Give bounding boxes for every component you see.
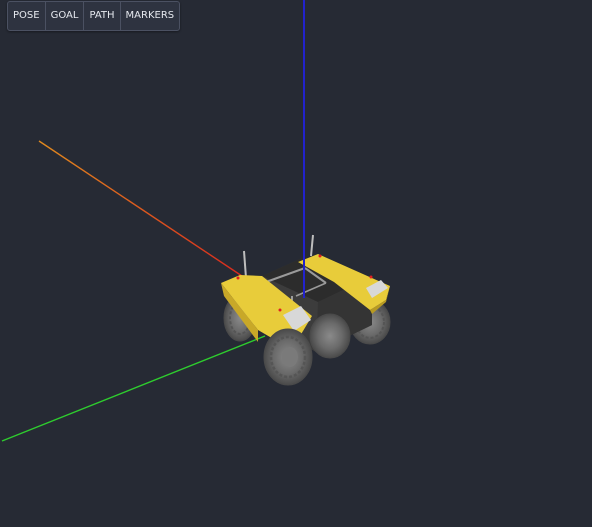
markers-button[interactable]: MARKERS [121, 2, 180, 30]
viewer-toolbar: POSE GOAL PATH MARKERS [7, 1, 181, 31]
x-axis-line [38, 140, 246, 279]
y-axis-line [1, 335, 266, 442]
pose-button[interactable]: POSE [8, 2, 46, 30]
scene-canvas[interactable] [0, 0, 592, 527]
3d-viewport[interactable]: POSE GOAL PATH MARKERS [0, 0, 592, 527]
antenna-right [310, 234, 314, 257]
robot-model[interactable] [221, 234, 391, 386]
path-button[interactable]: PATH [84, 2, 121, 30]
wheel-front-left [263, 328, 313, 386]
wheel-front-right [309, 313, 351, 359]
goal-button[interactable]: GOAL [46, 2, 85, 30]
antenna-left [243, 250, 247, 279]
